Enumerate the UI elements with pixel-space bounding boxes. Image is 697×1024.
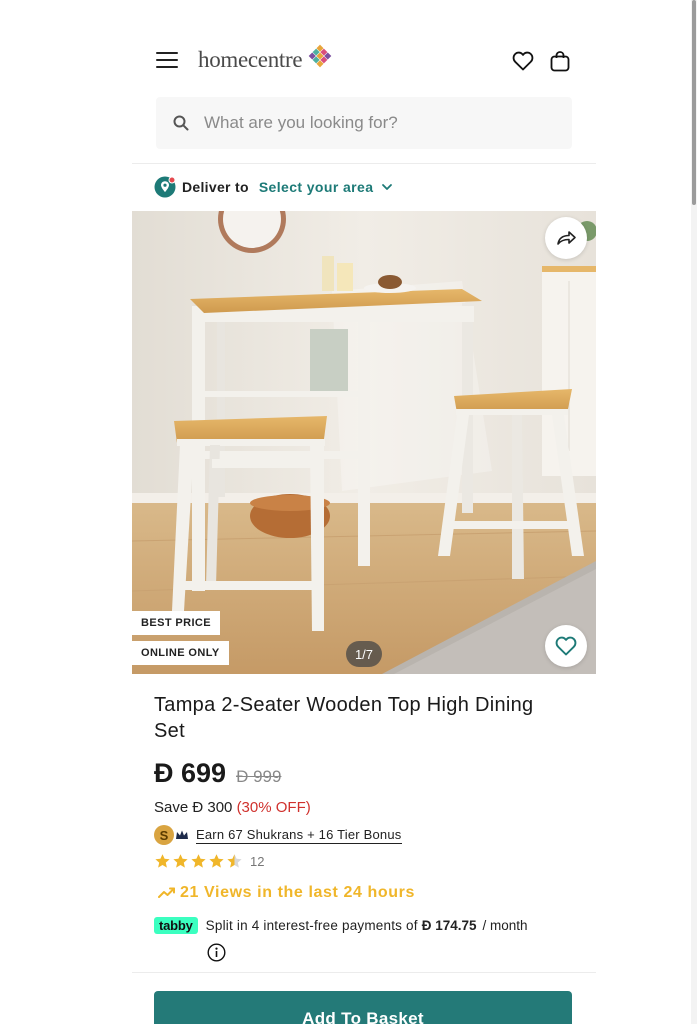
crown-icon (176, 830, 188, 839)
tabby-amount: Đ 174.75 (421, 918, 477, 933)
save-amount: Save Đ 300 (154, 799, 233, 816)
share-button[interactable] (545, 217, 587, 259)
logo[interactable]: homecentre (198, 42, 335, 78)
star-icon (191, 854, 206, 868)
deliver-to[interactable]: Deliver to Select your area (154, 174, 393, 200)
logo-mark-icon (308, 44, 332, 68)
info-icon[interactable] (207, 943, 226, 962)
tabby-period: / month (482, 918, 528, 933)
search-bar[interactable] (156, 97, 572, 149)
wishlist-button[interactable] (545, 625, 587, 667)
shukran-coin-icon: S (154, 825, 174, 845)
star-icon (227, 854, 242, 868)
tabby-logo: tabby (154, 917, 198, 934)
views-indicator: 21 Views in the last 24 hours (158, 884, 415, 902)
star-icon (209, 854, 224, 868)
heart-icon[interactable] (511, 49, 535, 73)
tabby-installments: tabby Split in 4 interest-free payments … (154, 917, 528, 934)
select-area-link[interactable]: Select your area (259, 179, 374, 195)
badge-online-only: ONLINE ONLY (132, 641, 229, 665)
star-icon (155, 854, 170, 868)
star-icon (173, 854, 188, 868)
hamburger-menu-icon[interactable] (156, 52, 178, 70)
rating[interactable]: 12 (154, 853, 264, 870)
shukran-rewards: S Earn 67 Shukrans + 16 Tier Bonus (154, 825, 402, 845)
original-price: Đ 999 (236, 767, 282, 786)
add-to-basket-button[interactable]: Add To Basket (154, 991, 572, 1024)
share-icon (557, 231, 576, 245)
product-image-carousel[interactable]: BEST PRICE ONLINE ONLY 1/7 (132, 211, 596, 674)
search-input[interactable] (204, 113, 544, 133)
rating-count: 12 (250, 854, 265, 869)
deliver-label: Deliver to (182, 179, 249, 195)
scrollbar[interactable] (691, 0, 697, 1024)
tabby-text: Split in 4 interest-free payments of (205, 918, 418, 933)
trending-up-icon (158, 887, 175, 898)
shopping-bag-icon[interactable] (548, 49, 572, 73)
image-counter: 1/7 (346, 641, 382, 667)
price-row: Đ 699 Đ 999 (154, 758, 281, 789)
product-title: Tampa 2-Seater Wooden Top High Dining Se… (154, 694, 534, 742)
badge-best-price: BEST PRICE (132, 611, 221, 635)
divider (132, 163, 596, 164)
views-text: 21 Views in the last 24 hours (180, 884, 415, 901)
header: homecentre (132, 40, 596, 82)
current-price: Đ 699 (154, 758, 227, 788)
shukran-earn-link[interactable]: Earn 67 Shukrans + 16 Tier Bonus (196, 827, 402, 844)
rating-stars (154, 853, 244, 870)
logo-text: homecentre (198, 47, 303, 72)
search-icon (173, 115, 189, 131)
savings: Save Đ 300 (30% OFF) (154, 799, 311, 816)
scrollbar-thumb[interactable] (692, 0, 696, 205)
product-page: homecentre What are you looking for? Del… (132, 0, 596, 1024)
heart-icon (555, 636, 577, 656)
product-photo (132, 211, 596, 674)
location-pin-icon (154, 176, 176, 198)
chevron-down-icon[interactable] (381, 181, 393, 193)
divider (132, 972, 596, 973)
discount-percent: (30% OFF) (236, 799, 311, 816)
